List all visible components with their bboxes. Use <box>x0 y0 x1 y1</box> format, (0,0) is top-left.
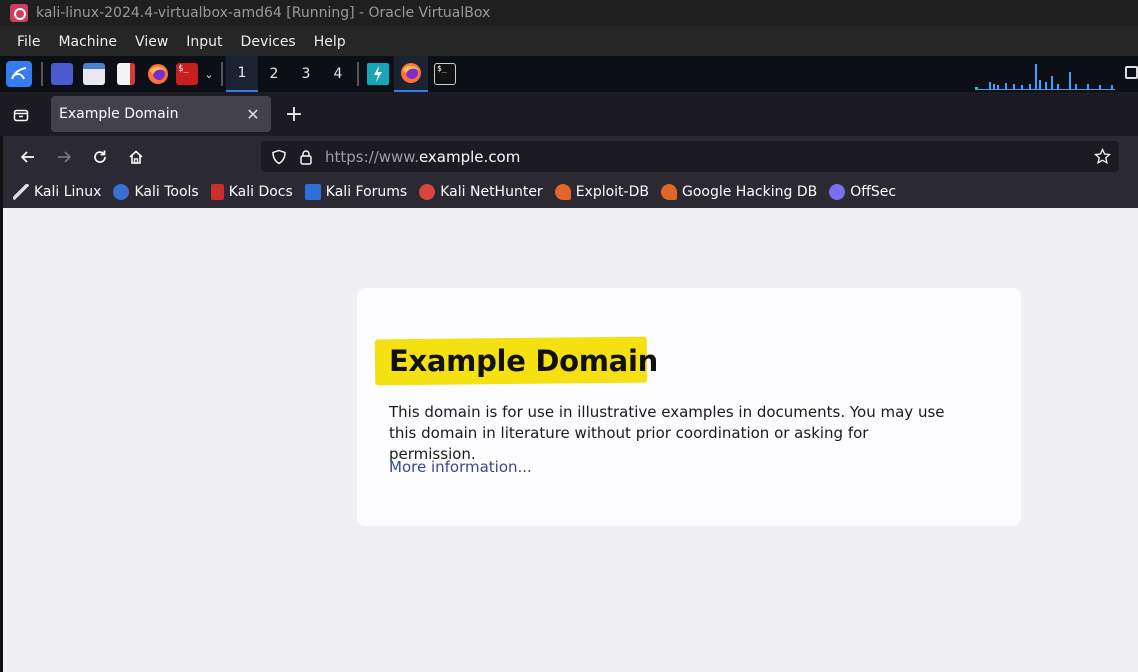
show-desktop-button[interactable] <box>46 56 78 92</box>
terminal-icon: $_ <box>176 63 198 85</box>
tab-example-domain[interactable]: Example Domain ✕ <box>51 96 271 132</box>
virtualbox-menubar: File Machine View Input Devices Help <box>0 26 1138 56</box>
cpu-graph <box>975 64 1115 90</box>
menu-file[interactable]: File <box>8 26 49 56</box>
url-bar[interactable]: https://www.example.com <box>261 141 1119 172</box>
kali-tools-icon <box>113 184 130 200</box>
menu-view[interactable]: View <box>126 26 177 56</box>
firefox-taskbar-button[interactable] <box>394 56 428 92</box>
kali-top-panel: $_ ⌄ 1 2 3 4 $_ <box>0 56 1138 92</box>
bookmarks-toolbar: Kali Linux Kali Tools Kali Docs Kali For… <box>3 176 1138 208</box>
menu-help[interactable]: Help <box>305 26 355 56</box>
kali-docs-icon <box>210 184 224 200</box>
forward-arrow-icon <box>58 151 72 163</box>
bookmark-kali-linux[interactable]: Kali Linux <box>13 179 101 205</box>
url-tld: .com <box>483 147 521 166</box>
kali-menu-button[interactable] <box>0 56 38 92</box>
back-button[interactable] <box>15 144 41 170</box>
home-button[interactable] <box>123 144 149 170</box>
page-description: This domain is for use in illustrative e… <box>389 403 945 463</box>
url-scheme: https://www. <box>325 147 419 166</box>
terminal-icon: $_ <box>434 63 456 85</box>
shield-icon[interactable] <box>271 149 287 165</box>
content-card: Example Domain This domain is for use in… <box>357 288 1021 526</box>
lock-icon[interactable] <box>299 149 313 165</box>
bookmark-label: OffSec <box>850 184 897 200</box>
text-editor-icon <box>117 63 135 85</box>
workspace-1[interactable]: 1 <box>226 56 258 92</box>
plus-icon: + <box>284 101 304 127</box>
bookmark-label: Kali Linux <box>34 184 102 200</box>
more-information-link[interactable]: More information... <box>389 458 532 476</box>
bookmark-google-hacking-db[interactable]: Google Hacking DB <box>660 179 818 205</box>
close-icon[interactable]: ✕ <box>243 104 263 124</box>
kali-menu-icon <box>6 61 32 87</box>
offsec-icon <box>829 184 846 200</box>
bookmark-label: Kali Tools <box>134 184 199 200</box>
panel-separator <box>221 62 223 86</box>
page-heading: Example Domain <box>389 344 658 378</box>
virtualbox-app-icon <box>10 4 28 22</box>
tab-title: Example Domain <box>59 106 179 122</box>
back-arrow-icon <box>20 151 34 163</box>
workspace-2[interactable]: 2 <box>258 56 290 92</box>
ghdb-icon <box>660 184 677 200</box>
tab-list-icon <box>13 109 29 122</box>
menu-devices[interactable]: Devices <box>232 26 305 56</box>
launcher-dropdown[interactable]: ⌄ <box>200 56 218 92</box>
firefox-navbar: https://www.example.com <box>3 136 1138 176</box>
reload-button[interactable] <box>87 144 113 170</box>
firefox-launcher[interactable] <box>142 56 174 92</box>
file-manager-icon <box>83 63 105 85</box>
bookmark-exploit-db[interactable]: Exploit-DB <box>554 179 649 205</box>
home-icon <box>129 150 143 164</box>
chevron-down-icon: ⌄ <box>204 67 214 81</box>
url-host: example <box>418 147 484 166</box>
bookmark-kali-tools[interactable]: Kali Tools <box>113 179 199 205</box>
bookmark-label: Google Hacking DB <box>681 184 818 200</box>
bookmark-label: Exploit-DB <box>575 184 649 200</box>
firefox-icon <box>401 63 421 83</box>
text-editor-button[interactable] <box>110 56 142 92</box>
forward-button[interactable] <box>51 144 77 170</box>
firefox-icon <box>148 64 168 84</box>
menu-input[interactable]: Input <box>177 26 231 56</box>
panel-separator <box>41 62 43 86</box>
burp-icon <box>367 63 389 85</box>
bookmark-label: Kali Docs <box>228 184 293 200</box>
tray-window-icon[interactable] <box>1125 66 1138 79</box>
terminal-launcher[interactable]: $_ <box>174 56 200 92</box>
kali-dragon-icon <box>13 184 29 200</box>
bookmark-kali-docs[interactable]: Kali Docs <box>210 179 293 205</box>
bookmark-label: Kali NetHunter <box>440 184 543 200</box>
nethunter-icon <box>419 184 436 200</box>
bookmark-kali-forums[interactable]: Kali Forums <box>304 179 408 205</box>
file-manager-button[interactable] <box>78 56 110 92</box>
workspace-4[interactable]: 4 <box>322 56 354 92</box>
kali-forums-icon <box>304 184 321 200</box>
page-content: Example Domain This domain is for use in… <box>3 208 1138 672</box>
new-tab-button[interactable]: + <box>283 101 305 127</box>
bookmark-kali-nethunter[interactable]: Kali NetHunter <box>419 179 543 205</box>
bookmark-offsec[interactable]: OffSec <box>829 179 896 205</box>
firefox-tabstrip: Example Domain ✕ + <box>0 92 1138 136</box>
panel-separator <box>357 62 359 86</box>
menu-machine[interactable]: Machine <box>49 26 126 56</box>
burp-taskbar-button[interactable] <box>362 56 394 92</box>
workspace-3[interactable]: 3 <box>290 56 322 92</box>
reload-icon <box>94 150 106 163</box>
url-text[interactable]: https://www.example.com <box>325 148 520 166</box>
terminal-taskbar-button[interactable]: $_ <box>428 56 462 92</box>
virtualbox-titlebar: kali-linux-2024.4-virtualbox-amd64 [Runn… <box>0 0 1138 26</box>
bookmark-label: Kali Forums <box>325 184 408 200</box>
bookmark-star-icon[interactable] <box>1094 148 1111 165</box>
desktop-icon <box>51 63 73 85</box>
window-title: kali-linux-2024.4-virtualbox-amd64 [Runn… <box>36 5 491 21</box>
exploit-db-icon <box>554 184 571 200</box>
list-all-tabs-button[interactable] <box>10 104 32 126</box>
